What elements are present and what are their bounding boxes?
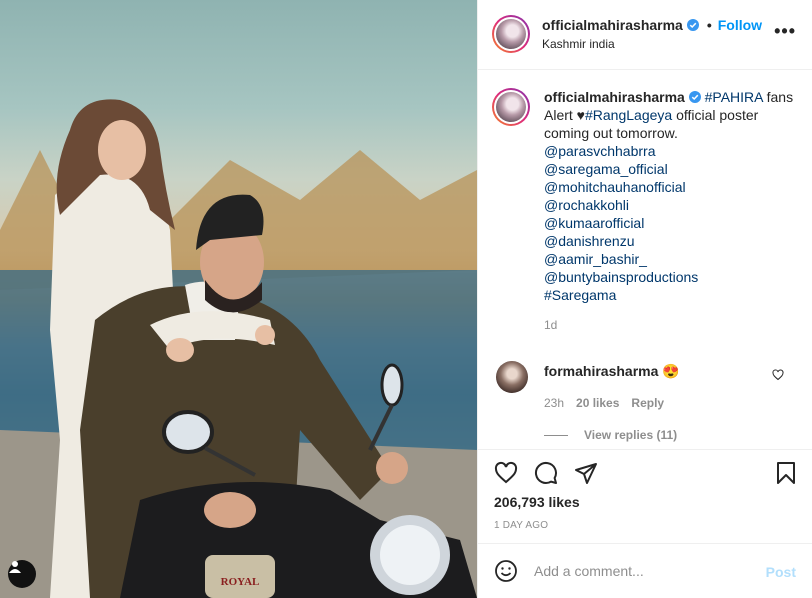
post-photo[interactable]: ROYAL	[0, 0, 477, 598]
caption-text: officialmahirasharma #PAHIRA fans Alert …	[544, 88, 802, 304]
view-replies-label: View replies (11)	[584, 428, 678, 442]
mention-link[interactable]: @kumaarofficial	[544, 214, 802, 232]
reply-button[interactable]: Reply	[631, 396, 664, 410]
mention-link[interactable]: @parasvchhabrra	[544, 142, 802, 160]
mention-link[interactable]: @buntybainsproductions	[544, 268, 802, 286]
post-header: officialmahirasharma • Follow Kashmir in…	[478, 0, 812, 70]
verified-badge-icon	[686, 19, 699, 31]
comment-meta: 23h 20 likes Reply	[544, 396, 802, 410]
caption-timestamp[interactable]: 1d	[544, 318, 802, 332]
caption: officialmahirasharma #PAHIRA fans Alert …	[492, 88, 802, 332]
caption-avatar[interactable]	[492, 88, 530, 126]
mention-link[interactable]: @mohitchauhanofficial	[544, 178, 802, 196]
comment-text: 😍	[662, 363, 680, 379]
caption-username[interactable]: officialmahirasharma	[544, 89, 685, 105]
person-icon	[9, 561, 21, 573]
comment-input[interactable]	[534, 558, 754, 584]
comment-time[interactable]: 23h	[544, 396, 564, 410]
hashtag-ranglageya[interactable]: #RangLageya	[585, 107, 672, 123]
more-options-icon[interactable]: •••	[774, 22, 796, 40]
header-user-row: officialmahirasharma • Follow	[542, 17, 762, 33]
add-comment-bar: Post	[478, 543, 812, 598]
likes-count[interactable]: 206,793 likes	[494, 494, 580, 510]
mention-link[interactable]: @danishrenzu	[544, 232, 802, 250]
comment-bubble-icon[interactable]	[534, 461, 558, 485]
mention-link[interactable]: @saregama_official	[544, 160, 802, 178]
post-date[interactable]: 1 DAY AGO	[494, 520, 548, 531]
photo-scene: ROYAL	[0, 99, 477, 598]
tank-logo-text: ROYAL	[221, 576, 260, 588]
view-replies-button[interactable]: View replies (11)	[544, 428, 802, 442]
separator-dot: •	[706, 17, 712, 33]
post-comment-button[interactable]: Post	[766, 564, 796, 580]
tagged-users-button[interactable]	[8, 560, 36, 588]
post-sidebar: officialmahirasharma • Follow Kashmir in…	[477, 0, 812, 598]
comment-likes[interactable]: 20 likes	[576, 396, 619, 410]
mention-link[interactable]: @aamir_bashir_	[544, 250, 802, 268]
author-username[interactable]: officialmahirasharma	[542, 17, 683, 33]
share-send-icon[interactable]	[574, 461, 598, 485]
mention-link[interactable]: @rochakkohli	[544, 196, 802, 214]
verified-badge-icon	[688, 91, 701, 103]
save-bookmark-icon[interactable]	[774, 461, 798, 485]
comments-area[interactable]: officialmahirasharma #PAHIRA fans Alert …	[478, 70, 812, 449]
follow-button[interactable]: Follow	[718, 17, 762, 33]
location-link[interactable]: Kashmir india	[542, 37, 615, 51]
action-bar: 206,793 likes 1 DAY AGO	[478, 449, 812, 541]
commenter-username[interactable]: formahirasharma	[544, 363, 658, 379]
commenter-avatar[interactable]	[496, 361, 528, 393]
hashtag-link[interactable]: #Saregama	[544, 286, 802, 304]
emoji-smile-icon[interactable]	[494, 559, 518, 583]
divider-line	[544, 434, 568, 436]
comment-item: formahirasharma 😍 23h 20 likes Reply Vie…	[496, 361, 802, 442]
hashtag-pahira[interactable]: #PAHIRA	[705, 89, 763, 105]
author-avatar[interactable]	[492, 15, 530, 53]
like-heart-icon[interactable]	[494, 461, 518, 485]
like-comment-heart-icon[interactable]	[772, 369, 784, 381]
